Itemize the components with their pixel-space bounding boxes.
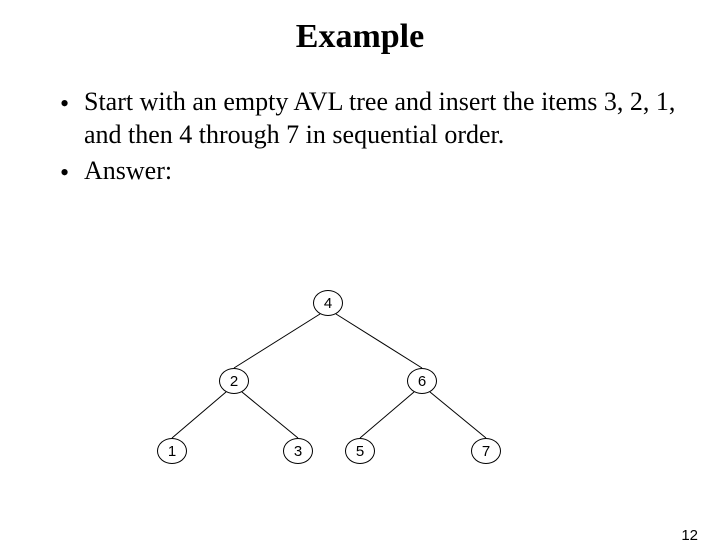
tree-node-left: 2 (219, 368, 249, 394)
bullet-text: Answer: (84, 155, 680, 188)
bullet-marker: • (60, 86, 84, 121)
tree-node-root: 4 (313, 290, 343, 316)
page-number: 12 (681, 527, 698, 544)
bullet-item: • Start with an empty AVL tree and inser… (60, 86, 680, 151)
avl-tree-diagram: 4 2 6 1 3 5 7 (0, 288, 720, 518)
tree-node-right: 6 (407, 368, 437, 394)
bullet-marker: • (60, 155, 84, 190)
bullet-text: Start with an empty AVL tree and insert … (84, 86, 680, 151)
bullet-item: • Answer: (60, 155, 680, 190)
bullet-list: • Start with an empty AVL tree and inser… (60, 86, 680, 190)
tree-node-right-right: 7 (471, 438, 501, 464)
tree-edges (0, 288, 720, 518)
slide-title: Example (0, 18, 720, 56)
tree-node-left-left: 1 (157, 438, 187, 464)
tree-node-right-left: 5 (345, 438, 375, 464)
tree-node-left-right: 3 (283, 438, 313, 464)
